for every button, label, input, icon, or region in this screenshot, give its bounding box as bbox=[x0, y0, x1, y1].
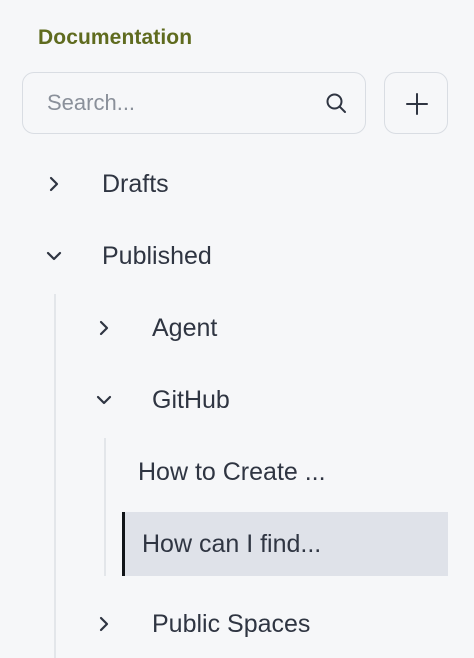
chevron-down-icon[interactable] bbox=[92, 388, 116, 412]
tree-page-how-can-i-find[interactable]: How can I find... bbox=[122, 512, 448, 576]
chevron-right-icon[interactable] bbox=[92, 316, 116, 340]
tree-item-label: Public Spaces bbox=[152, 609, 311, 638]
tree-item-label: Published bbox=[102, 241, 212, 270]
tree-item-public-spaces[interactable]: Public Spaces bbox=[92, 602, 310, 646]
tree-page-how-to-create[interactable]: How to Create ... bbox=[138, 450, 326, 494]
tree-item-drafts[interactable]: Drafts bbox=[42, 162, 169, 206]
tree-page-row: How can I find... bbox=[142, 522, 321, 566]
tree-item-agent[interactable]: Agent bbox=[92, 306, 217, 350]
add-button[interactable] bbox=[384, 72, 448, 134]
page-label: How to Create ... bbox=[138, 457, 326, 486]
section-title: Documentation bbox=[38, 26, 193, 49]
tree-guide-line bbox=[54, 294, 56, 658]
chevron-down-icon[interactable] bbox=[42, 244, 66, 268]
tree-item-label: Agent bbox=[152, 313, 218, 342]
tree-item-label: Drafts bbox=[102, 169, 169, 198]
page-label: How can I find... bbox=[142, 529, 322, 558]
tree-item-label: GitHub bbox=[152, 385, 230, 414]
chevron-right-icon[interactable] bbox=[92, 612, 116, 636]
plus-icon bbox=[406, 93, 428, 115]
search-box[interactable] bbox=[22, 72, 366, 134]
tree-guide-line bbox=[104, 438, 106, 576]
chevron-right-icon[interactable] bbox=[42, 172, 66, 196]
tree-item-published[interactable]: Published bbox=[42, 234, 212, 278]
tree-item-github[interactable]: GitHub bbox=[92, 378, 230, 422]
search-input[interactable] bbox=[47, 73, 317, 132]
search-icon[interactable] bbox=[325, 92, 347, 114]
